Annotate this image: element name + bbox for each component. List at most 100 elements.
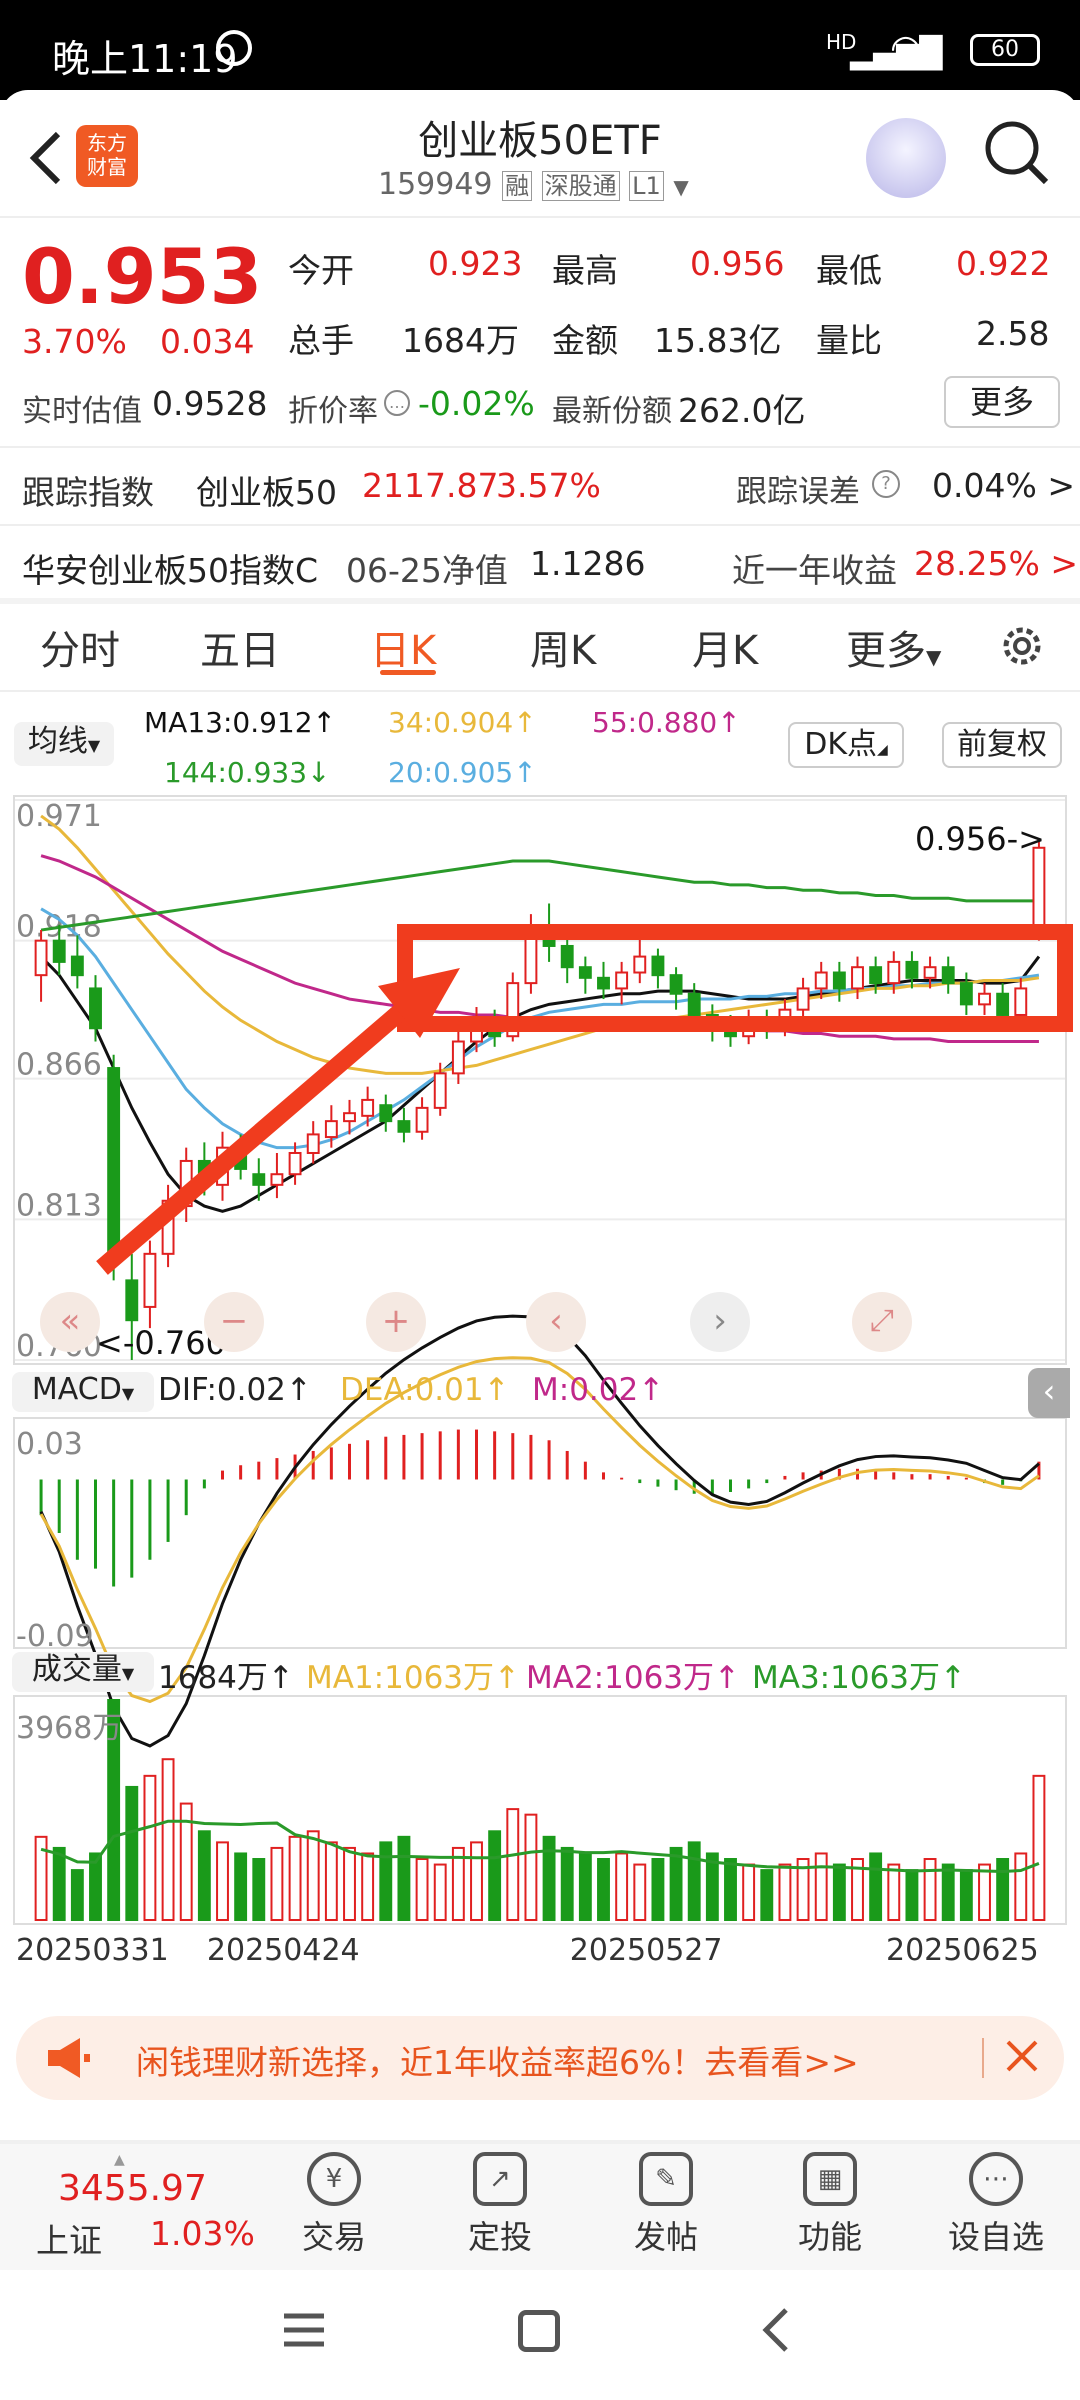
- volume-value: 1684万: [402, 321, 519, 360]
- tab-more[interactable]: 更多▼: [846, 618, 941, 676]
- candle: [633, 935, 647, 984]
- open-label: 今开: [288, 251, 354, 290]
- candle: [451, 1028, 465, 1084]
- back-icon[interactable]: [756, 2306, 796, 2354]
- help-icon[interactable]: ?: [872, 470, 900, 498]
- linked-fund-name[interactable]: 华安创业板50指数C: [22, 544, 318, 592]
- volume-bar: [669, 1846, 683, 1921]
- nav-post-label: 发帖: [633, 2218, 698, 2256]
- header-divider: [0, 216, 1080, 218]
- search-icon[interactable]: [982, 118, 1052, 188]
- tracking-label: 跟踪指数: [22, 473, 154, 512]
- volume-bar: [252, 1858, 266, 1921]
- tab-five-day[interactable]: 五日: [200, 618, 280, 676]
- ticker-up-indicator: ▲: [114, 2152, 125, 2168]
- candle-body: [597, 976, 610, 990]
- tab-weekly-k[interactable]: 周K: [530, 618, 596, 676]
- zoom-in-button[interactable]: +: [366, 1292, 426, 1352]
- candle: [597, 961, 610, 1000]
- dropdown-icon[interactable]: ▼: [673, 175, 688, 199]
- grid-icon: ▦: [803, 2152, 857, 2206]
- volume-bar: [143, 1774, 157, 1922]
- shares-label: 最新份额: [552, 394, 672, 429]
- zoom-out-button[interactable]: −: [204, 1292, 264, 1352]
- tab-monthly-k[interactable]: 月K: [692, 618, 758, 676]
- candle-body: [796, 987, 810, 1011]
- nav-label: 06-25净值: [346, 551, 508, 590]
- return-value[interactable]: 28.25% >: [914, 544, 1078, 583]
- dk-points-button[interactable]: DK点◢: [788, 722, 904, 768]
- ad-text: 闲钱理财新选择，近1年收益率超6%！去看看>>: [136, 2043, 859, 2082]
- candle: [669, 967, 683, 1010]
- volume-bar: [996, 1858, 1010, 1921]
- change-abs: 0.034: [160, 322, 255, 361]
- tab-active-underline: [380, 670, 436, 675]
- volume-bar: [343, 1846, 356, 1921]
- volume-bar: [216, 1841, 229, 1921]
- nav-invest[interactable]: ↗ 定投: [440, 2152, 560, 2258]
- macd-dif: DIF:0.02↑: [158, 1372, 312, 1408]
- volume-bar: [742, 1863, 756, 1921]
- ad-banner[interactable]: 闲钱理财新选择，近1年收益率超6%！去看看>>: [16, 2016, 1064, 2100]
- tracking-error-value[interactable]: 0.04% >: [932, 466, 1075, 505]
- date-label: 20250331: [16, 1933, 169, 1968]
- adjust-button[interactable]: 前复权: [942, 722, 1062, 768]
- rewind-button[interactable]: «: [40, 1292, 100, 1352]
- edit-icon: ✎: [639, 2152, 693, 2206]
- macd-panel-border: [13, 1417, 1067, 1649]
- price-panel-border: [13, 795, 1067, 1365]
- candle-body: [270, 1173, 284, 1186]
- volume-bar: [724, 1858, 737, 1921]
- candle: [379, 1094, 393, 1132]
- price-axis-labels: 0.9710.9180.8660.8130.760: [16, 799, 102, 1364]
- candle-body: [814, 971, 828, 990]
- candle-body: [578, 966, 592, 979]
- tab-daily-k[interactable]: 日K: [370, 618, 436, 676]
- wifi-icon: ◠: [890, 28, 922, 69]
- next-button[interactable]: ›: [690, 1292, 750, 1352]
- annotation-overlay: [96, 924, 1073, 1275]
- info-icon[interactable]: …: [384, 390, 410, 416]
- volume-bar: [197, 1830, 211, 1921]
- candle: [959, 972, 973, 1015]
- tab-intraday[interactable]: 分时: [40, 618, 120, 676]
- settings-gear-icon[interactable]: [996, 620, 1048, 672]
- more-button[interactable]: 更多: [944, 376, 1060, 428]
- stock-code: 159949: [378, 167, 493, 202]
- estimate-value: 0.9528: [152, 384, 268, 423]
- ma13-label: MA13:0.912↑: [144, 706, 336, 739]
- candle: [34, 930, 48, 1002]
- macd-m: M:0.02↑: [532, 1372, 665, 1408]
- volume-ma2: MA2:1063万↑: [526, 1660, 740, 1696]
- tab-more-label: 更多: [846, 628, 926, 674]
- macd-dropdown[interactable]: MACD▼: [12, 1372, 154, 1412]
- volume-bar: [52, 1846, 66, 1921]
- tracking-index-name[interactable]: 创业板50: [196, 466, 337, 514]
- ma-dropdown[interactable]: 均线▼: [14, 722, 114, 766]
- candle-body: [34, 939, 48, 977]
- nav-post[interactable]: ✎ 发帖: [606, 2152, 726, 2258]
- close-icon[interactable]: [996, 2030, 1048, 2082]
- nav-trade[interactable]: ¥ 交易: [274, 2152, 394, 2258]
- nav-watchlist[interactable]: ⋯ 设自选: [936, 2152, 1056, 2258]
- home-icon[interactable]: [518, 2310, 560, 2352]
- nav-functions[interactable]: ▦ 功能: [770, 2152, 890, 2258]
- fullscreen-button[interactable]: ⤢: [852, 1292, 912, 1352]
- volume-bar: [234, 1852, 248, 1922]
- index-ticker[interactable]: ▲ 3455.97 上证 1.03%: [36, 2152, 256, 2262]
- candle: [415, 1097, 429, 1140]
- collapse-panel-button[interactable]: ‹: [1028, 1368, 1070, 1418]
- dea-line: [39, 1356, 1040, 1704]
- volume-bar: [651, 1858, 665, 1921]
- volume-bar: [687, 1841, 701, 1921]
- candle: [941, 956, 955, 994]
- menu-icon[interactable]: [280, 2310, 328, 2350]
- volume-bar: [324, 1841, 338, 1921]
- index-value: 3455.97: [58, 2168, 207, 2209]
- prev-button[interactable]: ‹: [526, 1292, 586, 1352]
- volume-bar: [1014, 1852, 1028, 1922]
- robot-avatar[interactable]: [866, 118, 946, 198]
- volume-dropdown[interactable]: 成交量▼: [12, 1652, 154, 1692]
- volume-bar: [524, 1813, 538, 1921]
- candle: [560, 935, 574, 984]
